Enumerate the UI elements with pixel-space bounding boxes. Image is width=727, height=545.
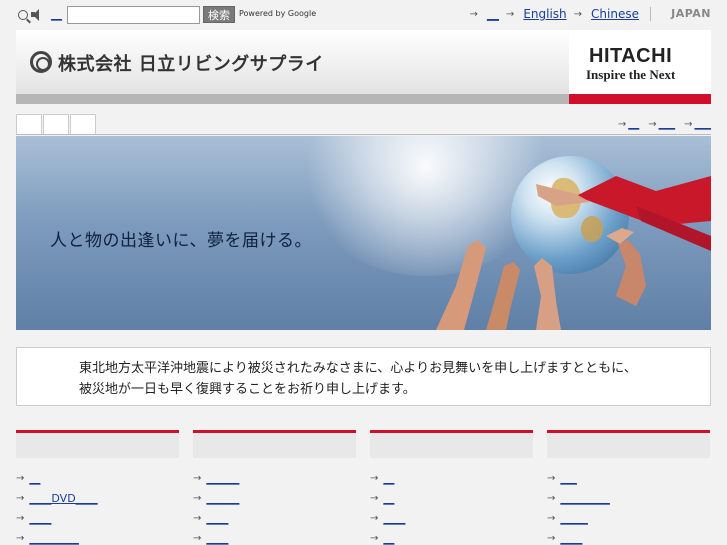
divider xyxy=(650,7,651,21)
reaching-hands-illustration xyxy=(436,176,711,330)
brand-red-bar xyxy=(569,94,711,104)
hitachi-brand[interactable]: HITACHI Inspire the Next xyxy=(569,30,711,104)
list-item: → ____ xyxy=(16,508,179,528)
column-link[interactable]: ______ xyxy=(206,492,239,505)
arrow-right-icon: → xyxy=(573,8,583,20)
column-link[interactable]: ______ xyxy=(206,472,239,485)
list-item: → _____ xyxy=(547,508,710,528)
search-button[interactable]: 検索 xyxy=(203,6,235,23)
arrow-right-icon: → xyxy=(370,492,379,504)
header-link-1[interactable]: __ xyxy=(628,117,639,130)
column-link[interactable]: ____DVD____ xyxy=(29,492,97,505)
arrow-right-icon: → xyxy=(547,532,556,544)
global-nav-tabs xyxy=(16,114,97,135)
nav-tab-3[interactable] xyxy=(70,114,96,135)
nav-tab-2[interactable] xyxy=(43,114,69,135)
top-link-1[interactable]: __ xyxy=(487,7,499,21)
list-item: → ____ xyxy=(193,528,356,545)
link-column-4: → ___ → _________ → _____ → ____ xyxy=(547,430,710,545)
column-link[interactable]: _________ xyxy=(560,492,610,505)
region-label: JAPAN xyxy=(671,7,711,20)
header-link-2[interactable]: ___ xyxy=(659,117,676,130)
list-item: → _________ xyxy=(547,488,710,508)
column-link[interactable]: ____ xyxy=(29,512,51,525)
zoom-icon[interactable] xyxy=(18,9,28,20)
header-link-3[interactable]: ___ xyxy=(695,117,712,130)
header-gray-bar xyxy=(16,94,569,104)
arrow-right-icon: → xyxy=(469,8,478,20)
list-item: → ____DVD____ xyxy=(16,488,179,508)
column-link[interactable]: ____ xyxy=(383,512,405,525)
arrow-right-icon: → xyxy=(648,119,657,130)
arrow-right-icon: → xyxy=(370,512,379,524)
column-heading xyxy=(370,430,533,458)
search-input[interactable] xyxy=(67,6,200,24)
arrow-right-icon: → xyxy=(617,119,627,130)
column-link[interactable]: __ xyxy=(29,472,40,485)
arrow-right-icon: → xyxy=(16,472,25,484)
util-link[interactable]: __ xyxy=(51,8,62,21)
arrow-right-icon: → xyxy=(684,119,693,130)
condolence-notice: 東北地方太平洋沖地震により被災されたみなさまに、心よりお見舞いを申し上げますとと… xyxy=(16,347,711,406)
company-name[interactable]: 株式会社 日立リビングサプライ xyxy=(58,50,324,76)
nav-divider xyxy=(16,134,711,135)
brand-tagline: Inspire the Next xyxy=(586,67,676,82)
column-link[interactable]: __ xyxy=(383,532,394,545)
brand-name: HITACHI xyxy=(589,45,673,67)
company-logo-icon[interactable] xyxy=(30,51,52,73)
arrow-right-icon: → xyxy=(370,472,379,484)
arrow-right-icon: → xyxy=(193,472,202,484)
list-item: → ______ xyxy=(193,468,356,488)
arrow-right-icon: → xyxy=(547,472,556,484)
list-item: → __ xyxy=(370,468,533,488)
column-link[interactable]: ____ xyxy=(206,512,228,525)
arrow-right-icon: → xyxy=(547,512,556,524)
notice-line-2: 被災地が一日も早く復興することをお祈り申し上げます。 xyxy=(79,382,416,397)
arrow-right-icon: → xyxy=(547,492,556,504)
column-link[interactable]: ____ xyxy=(560,532,582,545)
column-link[interactable]: __ xyxy=(383,492,394,505)
powered-by-google: Powered by Google xyxy=(239,9,317,18)
arrow-right-icon: → xyxy=(16,532,25,544)
speaker-icon[interactable] xyxy=(30,8,43,21)
column-link[interactable]: _________ xyxy=(29,532,79,545)
arrow-right-icon: → xyxy=(193,492,202,504)
link-column-1: → __ → ____DVD____ → ____ → _________ xyxy=(16,430,179,545)
notice-line-1: 東北地方太平洋沖地震により被災されたみなさまに、心よりお見舞いを申し上げますとと… xyxy=(79,361,637,376)
column-link[interactable]: __ xyxy=(383,472,394,485)
column-link[interactable]: ___ xyxy=(560,472,577,485)
column-link[interactable]: ____ xyxy=(206,532,228,545)
arrow-right-icon: → xyxy=(193,512,202,524)
hero-banner: 人と物の出逢いに、夢を届ける。 xyxy=(16,136,711,330)
list-item: → ____ xyxy=(547,528,710,545)
top-utility-bar: __ 検索 Powered by Google → __ → English →… xyxy=(0,0,727,30)
language-links: → __ → English → Chinese xyxy=(470,7,655,21)
nav-tab-1[interactable] xyxy=(16,114,42,135)
list-item: → __ xyxy=(16,468,179,488)
header-links: → __ → ___ → ___ xyxy=(618,117,711,130)
list-item: → _________ xyxy=(16,528,179,545)
column-heading xyxy=(16,430,179,458)
link-column-2: → ______ → ______ → ____ → ____ xyxy=(193,430,356,545)
arrow-right-icon: → xyxy=(193,532,202,544)
site-header: 株式会社 日立リビングサプライ HITACHI Inspire the Next xyxy=(16,30,711,104)
arrow-right-icon: → xyxy=(16,492,25,504)
column-link[interactable]: _____ xyxy=(560,512,588,525)
arrow-right-icon: → xyxy=(16,512,25,524)
english-link[interactable]: English xyxy=(523,7,566,21)
arrow-right-icon: → xyxy=(370,532,379,544)
list-item: → __ xyxy=(370,488,533,508)
arrow-right-icon: → xyxy=(505,8,515,20)
list-item: → __ xyxy=(370,528,533,545)
list-item: → ____ xyxy=(370,508,533,528)
list-item: → ______ xyxy=(193,488,356,508)
column-heading xyxy=(193,430,356,458)
list-item: → ____ xyxy=(193,508,356,528)
accessibility-tools: __ xyxy=(18,8,62,21)
link-column-3: → __ → __ → ____ → __ xyxy=(370,430,533,545)
chinese-link[interactable]: Chinese xyxy=(591,7,639,21)
list-item: → ___ xyxy=(547,468,710,488)
column-heading xyxy=(547,430,710,458)
